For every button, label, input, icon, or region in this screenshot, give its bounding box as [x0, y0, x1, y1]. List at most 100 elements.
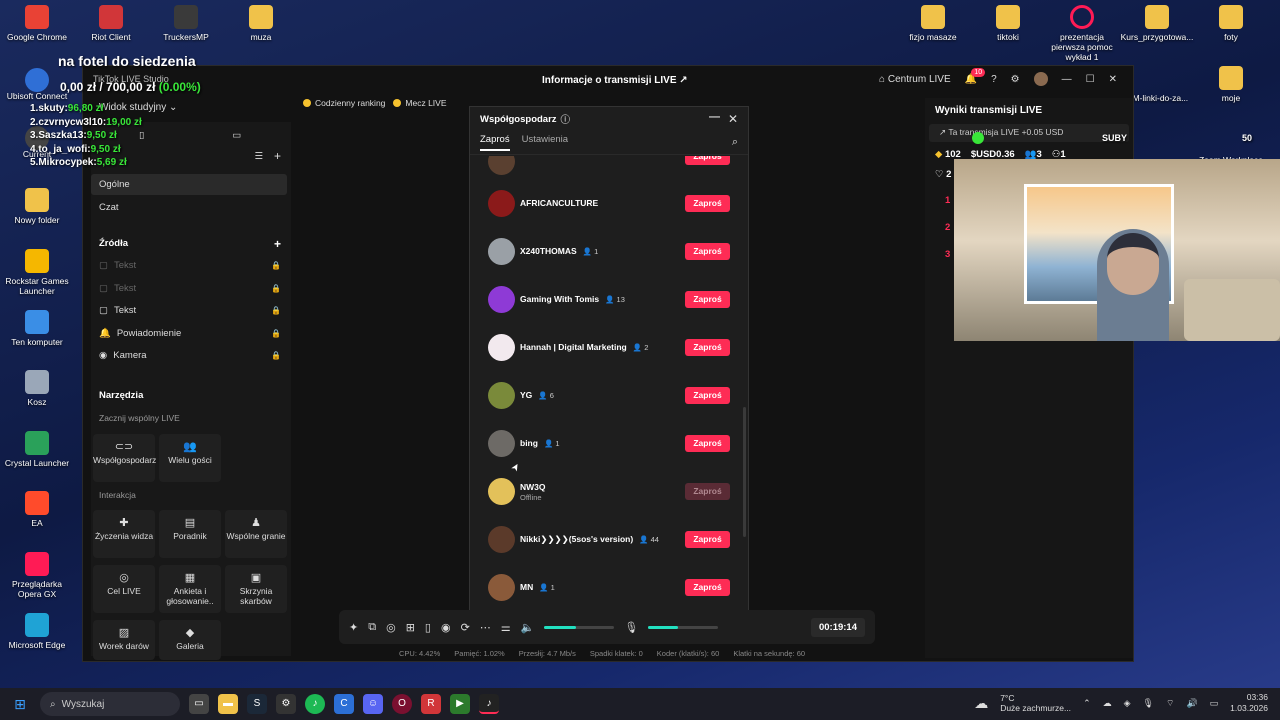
invite-button[interactable]: Zaproś	[685, 434, 730, 452]
avatar[interactable]	[1033, 72, 1048, 86]
desktop-icon-item[interactable]: Przeglądarka Opera GX	[0, 552, 75, 599]
volume-tray-icon[interactable]: 🔊	[1186, 698, 1197, 709]
search-icon[interactable]: ⌕	[732, 136, 738, 149]
daily-ranking-pill[interactable]: Codzienny ranking	[303, 98, 385, 108]
lock-icon[interactable]: 🔒	[271, 284, 281, 293]
invite-button[interactable]: Zaproś	[685, 242, 730, 260]
layout-icon[interactable]: ⧉	[368, 621, 376, 634]
tool-joystick[interactable]: ♟ Wspólne granie	[225, 510, 287, 558]
help-icon[interactable]: ?	[991, 74, 997, 85]
add-source-icon[interactable]: +	[274, 237, 281, 251]
settings-gear-icon[interactable]: ⚙	[1011, 74, 1020, 85]
desktop-icon-item[interactable]: EA	[0, 491, 75, 528]
record-icon[interactable]: ◉	[441, 621, 451, 634]
desktop-icon-item[interactable]: Microsoft Edge	[0, 613, 75, 650]
invite-button[interactable]: Zaproś	[685, 530, 730, 548]
riot-icon[interactable]: R	[421, 694, 441, 714]
source-item[interactable]: ▢ Tekst 🔒	[99, 260, 289, 271]
spotify-icon[interactable]: ♪	[305, 694, 325, 714]
taskbar-search[interactable]: ⌕ Wyszukaj	[40, 692, 180, 716]
desktop-icon-item[interactable]: Ten komputer	[0, 310, 75, 347]
chevron-up-icon[interactable]: ⌃	[1083, 698, 1091, 709]
battery-icon[interactable]: ▭	[1210, 698, 1219, 709]
invite-button[interactable]: Zaproś	[685, 290, 730, 308]
list-icon[interactable]: ☰	[254, 151, 263, 162]
magic-wand-icon[interactable]: ✦	[349, 621, 358, 634]
source-item[interactable]: ▢ Tekst 🔒	[99, 305, 289, 316]
replay-icon[interactable]: ⟳	[461, 621, 470, 634]
effects-icon[interactable]: ◎	[386, 621, 396, 634]
desktop-icon-item[interactable]: Riot Client	[73, 5, 149, 42]
desktop-icon-item[interactable]: foty	[1193, 5, 1269, 42]
streamlabs-icon[interactable]: ▶	[450, 694, 470, 714]
desktop-icon-item[interactable]: muza	[223, 5, 299, 42]
clock[interactable]: 03:36 1.03.2026	[1230, 692, 1268, 714]
desktop-icon-item[interactable]: moje	[1193, 66, 1269, 103]
tool-target[interactable]: ◎ Cel LIVE	[93, 565, 155, 613]
windows-start-icon[interactable]: ⊞	[0, 696, 40, 713]
onedrive-icon[interactable]: ☁	[1103, 698, 1112, 709]
source-item[interactable]: ▢ Tekst 🔒	[99, 283, 289, 294]
desktop-icon-item[interactable]: prezentacja pierwsza pomoc wykład 1	[1044, 5, 1120, 62]
desktop-icon-item[interactable]: fizjo masaze	[895, 5, 971, 42]
desktop-icon-item[interactable]: tiktoki	[970, 5, 1046, 42]
info-icon[interactable]: ⓘ	[561, 112, 571, 126]
desktop-icon-item[interactable]: Nowy folder	[0, 188, 75, 225]
weather[interactable]: 7°C Duże zachmurze...	[1000, 693, 1071, 713]
tiktok-icon[interactable]: ♪	[479, 694, 499, 714]
microphone-icon[interactable]: 🎙	[624, 621, 638, 634]
close-icon[interactable]: ✕	[1109, 74, 1117, 85]
invite-button[interactable]: Zaproś	[685, 194, 730, 212]
mic-slider[interactable]	[648, 625, 719, 629]
invite-button[interactable]: Zaproś	[685, 578, 730, 596]
invite-button[interactable]: Zaproś	[685, 156, 730, 165]
user-list[interactable]: Zaproś AFRICANCULTURE Zaproś X240THOMAS 👤 1…	[470, 156, 748, 611]
tool-gallery[interactable]: ◆ Galeria	[159, 620, 221, 660]
lock-icon[interactable]: 🔒	[271, 351, 281, 360]
explorer-icon[interactable]: ▬	[218, 694, 238, 714]
discord-icon[interactable]: ☺	[363, 694, 383, 714]
live-match-pill[interactable]: Mecz LIVE	[393, 98, 447, 108]
stream-info-title[interactable]: Informacje o transmisji LIVE ↗	[542, 75, 688, 86]
desktop-icon-item[interactable]: Kurs_przygotowa...	[1119, 5, 1195, 42]
notifications-button[interactable]: 🔔 10	[965, 67, 986, 85]
mic-tray-icon[interactable]: 🎙	[1143, 698, 1154, 709]
network-icon[interactable]: ◈	[1124, 698, 1131, 709]
scene-general[interactable]: Ogólne	[91, 174, 287, 195]
tool-bag[interactable]: ▨ Worek darów	[93, 620, 155, 660]
invite-button[interactable]: Zaproś	[685, 386, 730, 404]
desktop-icon-item[interactable]: Crystal Launcher	[0, 431, 75, 468]
tool-book[interactable]: ▤ Poradnik	[159, 510, 221, 558]
desktop-icon-item[interactable]: Kosz	[0, 370, 75, 407]
screen-add-icon[interactable]: ⊞	[406, 621, 415, 634]
settings-icon[interactable]: ⚙	[276, 694, 296, 714]
tab-settings[interactable]: Ustawienia	[522, 134, 568, 151]
weather-icon[interactable]: ☁	[974, 695, 988, 712]
minimize-icon[interactable]: —	[1062, 74, 1072, 85]
speaker-icon[interactable]: 🔈	[521, 621, 535, 634]
desktop-icon-item[interactable]: Rockstar Games Launcher	[0, 249, 75, 296]
scene-chat[interactable]: Czat	[99, 202, 289, 213]
lock-icon[interactable]: 🔒	[271, 306, 281, 315]
tool-poll[interactable]: ▦ Ankieta i głosowanie..	[159, 565, 221, 613]
phone-icon[interactable]: ▯	[425, 621, 431, 634]
live-center-button[interactable]: ⌂ Centrum LIVE	[879, 74, 951, 85]
opera-gx-icon[interactable]: O	[392, 694, 412, 714]
task-view-icon[interactable]: ▭	[189, 694, 209, 714]
close-icon[interactable]: ✕	[728, 112, 738, 126]
invite-button[interactable]: Zaproś	[685, 338, 730, 356]
steam-icon[interactable]: S	[247, 694, 267, 714]
source-item[interactable]: 🔔 Powiadomienie 🔒	[99, 328, 289, 339]
scrollbar[interactable]	[743, 407, 746, 537]
lock-icon[interactable]: 🔒	[271, 329, 281, 338]
more-icon[interactable]: ⋯	[480, 621, 491, 634]
tool-link[interactable]: ⊂⊃ Współgospodarz	[93, 434, 156, 482]
add-scene-icon[interactable]: +	[274, 149, 281, 163]
lock-icon[interactable]: 🔒	[271, 261, 281, 270]
desktop-icon-item[interactable]: Google Chrome	[0, 5, 75, 42]
maximize-icon[interactable]: ☐	[1086, 74, 1095, 85]
ccleaner-icon[interactable]: C	[334, 694, 354, 714]
minimize-icon[interactable]: —	[709, 111, 720, 123]
wifi-icon[interactable]: ⌔	[1166, 698, 1174, 709]
desktop-icon-item[interactable]: TruckersMP	[148, 5, 224, 42]
